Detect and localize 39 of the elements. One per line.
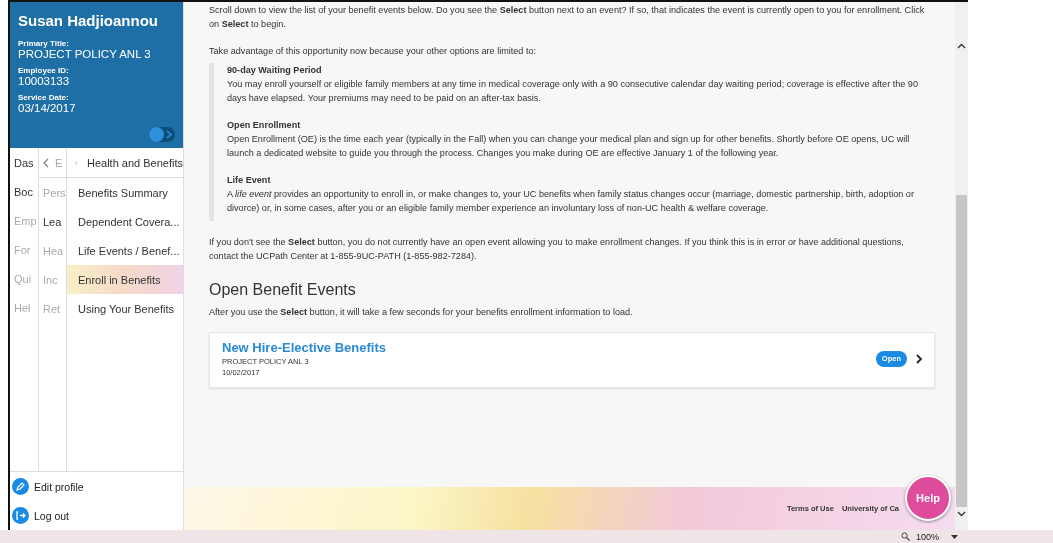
back-icon[interactable]: [43, 157, 50, 168]
zoom-level[interactable]: 100%: [915, 531, 939, 542]
nav-item[interactable]: Das: [10, 148, 38, 177]
nav-item[interactable]: Boc: [10, 177, 38, 206]
option-text: A life event provides an opportunity to enroll in, or make changes to, your UC benefits when family status changes occur (marriage, domestic partnership, birth, adoption or divorce) or, in some cases, after you or an eligible family member experience an involuntary loss of non-UC health & welfare coverage.: [227, 188, 915, 215]
employee-name: Susan Hadjioannou: [18, 12, 159, 29]
option-text: Open Enrollment (OE) is the time each year (typically in the Fall) when you can change your medical plan and sign up for other benefits. Shortly before OE opens, UC will launch a dedicated website to guide you through the process. Changes you make during OE are effective January 1 of the following year.: [227, 133, 911, 160]
log-out-link[interactable]: Log out: [12, 507, 181, 524]
field-value: PROJECT POLICY ANL 3: [18, 48, 152, 60]
note-text: If you don't see the Select button, you do not currently have an open event allowing you to make enrollment changes. If you think this is in error or have additional questions, contact the UCPath Center at 1-855-9UC-PATH (1-855-982-7284).: [209, 236, 905, 263]
intro-text: Take advantage of this opportunity now because your other options are limited to:: [209, 45, 538, 58]
section-text: After you use the Select button, it will take a few seconds for your benefits enrollment information to load.: [209, 306, 634, 319]
option-text: You may enroll yourself or eligible family members at any time in medical coverage only with a 90 consecutive calendar day waiting period; coverage is effective after the 90 days have elapsed. Your premiums may need to be paid on an after-tax basis.: [227, 78, 919, 105]
event-title: New Hire-Elective Benefits: [222, 339, 386, 356]
caret-icon[interactable]: [951, 534, 958, 539]
zoom-icon: [900, 532, 910, 541]
nav-item[interactable]: Using Your Benefits: [67, 294, 183, 323]
field-label: Employee ID:: [18, 66, 70, 75]
option-title: 90-day Waiting Period: [227, 64, 323, 77]
scrollbar[interactable]: [955, 2, 968, 530]
help-button[interactable]: Help: [905, 475, 951, 521]
nav-item[interactable]: Benefits Summary: [67, 178, 183, 207]
field-value: 03/14/2017: [18, 102, 77, 114]
field-label: Primary Title:: [18, 39, 70, 48]
edit-profile-link[interactable]: Edit profile: [12, 478, 181, 495]
chevron-right-icon[interactable]: [916, 353, 922, 364]
collapse-button[interactable]: [149, 127, 175, 142]
field-label: Service Date:: [18, 93, 70, 102]
option-title: Open Enrollment: [227, 119, 302, 132]
nav-item[interactable]: Lea: [39, 207, 66, 236]
field-value: 10003133: [18, 75, 71, 87]
intro-text: Scroll down to view the list of your benefit events below. Do you see the Select button next to an event? If so, that indicates the event is currently open to you for enrollment. Click on Select to begin.: [209, 4, 926, 31]
nav-title[interactable]: Health and Benefits: [87, 156, 183, 169]
option-title: Life Event: [227, 174, 272, 187]
nav-item[interactable]: Enroll in Benefits: [67, 265, 183, 294]
toggle-icon: [149, 127, 175, 142]
section-title: Open Benefit Events: [209, 283, 357, 297]
nav-item[interactable]: Dependent Covera...: [67, 207, 183, 236]
nav-item[interactable]: Life Events / Benef...: [67, 236, 183, 265]
